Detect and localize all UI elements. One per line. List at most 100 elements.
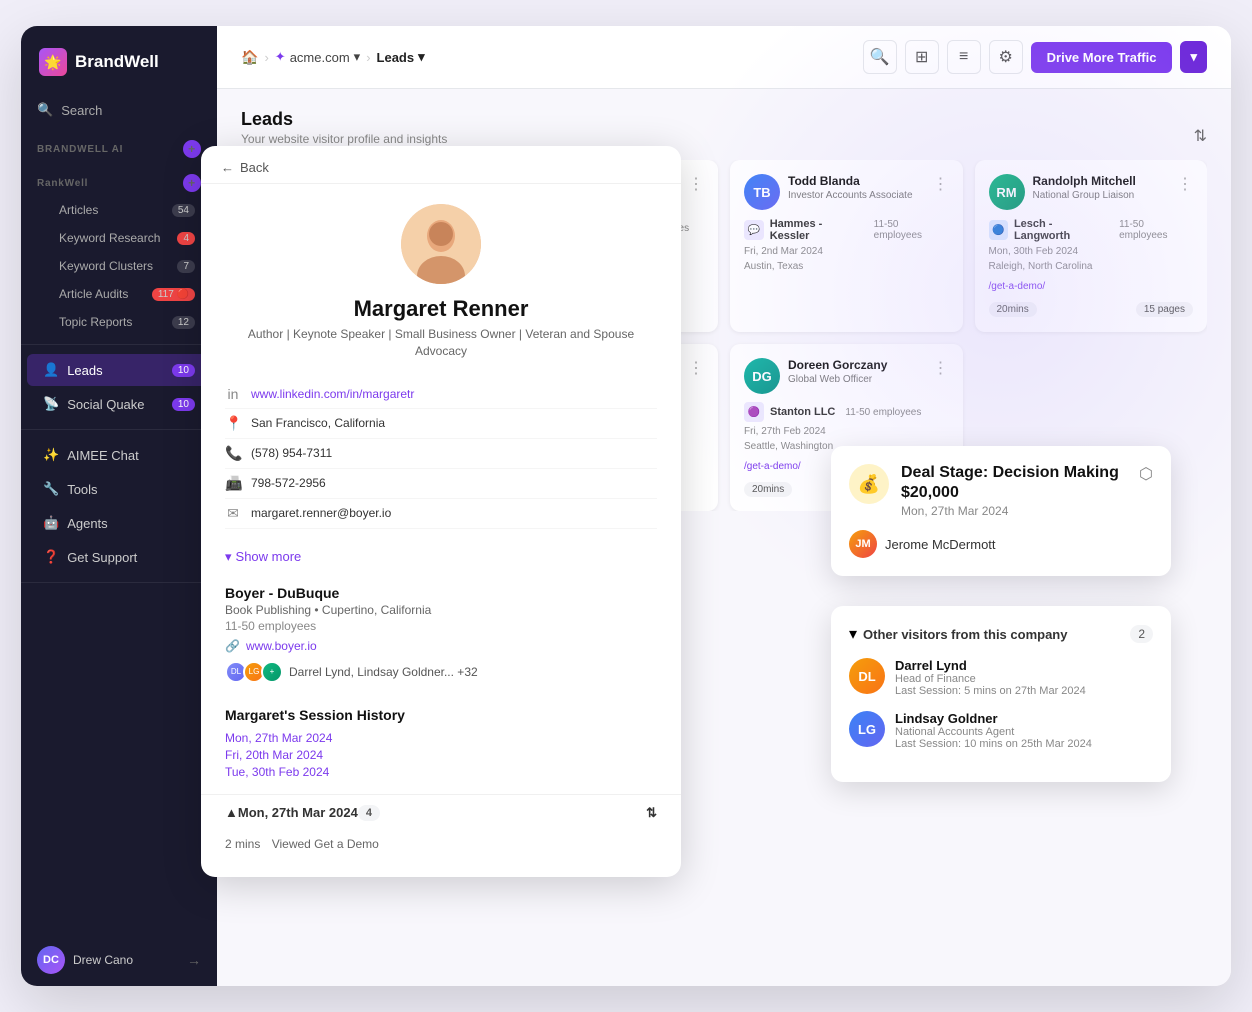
card-link[interactable]: /get-a-demo/ [989,281,1046,292]
card-menu-button[interactable]: ⋮ [688,358,704,378]
settings-button[interactable]: ⚙ [989,40,1023,74]
drive-traffic-dropdown[interactable]: ▾ [1180,41,1207,73]
visitor-row-2: LG Lindsay Goldner National Accounts Age… [849,711,1153,750]
site-icon: ✦ [275,49,286,65]
visitors-card[interactable]: ▾ Other visitors from this company 2 DL … [831,606,1171,782]
lead-card-randolph[interactable]: RM Randolph Mitchell National Group Liai… [975,160,1208,332]
card-location: Raleigh, North Carolina [989,261,1194,272]
avatar: DC [37,946,65,974]
company-icon: 🟣 [744,402,764,422]
session-date-3[interactable]: Tue, 30th Feb 2024 [225,765,657,779]
sidebar-item-keyword-clusters[interactable]: Keyword Clusters 7 [27,253,211,279]
lead-card-todd[interactable]: TB Todd Blanda Investor Accounts Associa… [730,160,963,332]
sidebar-item-aimee-chat[interactable]: ✨ AIMEE Chat [27,439,211,471]
company-section-size: 11-50 employees [225,619,657,633]
avatar-doreen: DG [744,358,780,394]
detail-card[interactable]: ← Back Margaret Renner Author | Keynote … [201,146,681,877]
aimee-icon: ✨ [43,447,59,463]
sidebar-item-tools[interactable]: 🔧 Tools [27,473,211,505]
info-linkedin: in www.linkedin.com/in/margaretr [225,380,657,409]
sidebar-item-social-quake[interactable]: 📡 Social Quake 10 [27,388,211,420]
card-role: Global Web Officer [788,373,925,386]
back-button[interactable]: ← Back [201,146,681,184]
user-profile[interactable]: DC Drew Cano → [21,934,217,986]
visitors-count: 2 [1130,625,1153,643]
sidebar-item-keyword-research[interactable]: Keyword Research 4 [27,225,211,251]
sidebar-item-articles[interactable]: Articles 54 [27,197,211,223]
info-email: ✉ margaret.renner@boyer.io [225,499,657,529]
header-actions: 🔍 ⊞ ≡ ⚙ Drive More Traffic ▾ [863,40,1207,74]
sidebar-item-leads[interactable]: 👤 Leads 10 [27,354,211,386]
main-header: 🏠 › ✦ acme.com ▾ › Leads ▾ 🔍 ⊞ ≡ ⚙ Drive… [217,26,1231,89]
card-name: Randolph Mitchell [1033,174,1170,188]
linkedin-link[interactable]: www.linkedin.com/in/margaretr [251,387,414,401]
link-icon: 🔗 [225,639,240,653]
chevron-up-icon: ▲ [225,805,238,820]
card-menu-button[interactable]: ⋮ [1177,174,1193,194]
card-date: Mon, 30th Feb 2024 [989,246,1194,257]
card-location: Austin, Texas [744,261,949,272]
visitor-avatar-darrel: DL [849,658,885,694]
drive-traffic-button[interactable]: Drive More Traffic [1031,42,1173,73]
profile-title: Author | Keynote Speaker | Small Busines… [221,326,661,360]
deal-person-avatar: JM [849,530,877,558]
tools-icon: 🔧 [43,481,59,497]
breadcrumb-site[interactable]: ✦ acme.com ▾ [275,49,360,65]
sidebar-item-get-support[interactable]: ❓ Get Support [27,541,211,573]
company-size: 11-50 employees [874,219,949,241]
sort-button[interactable]: ⇅ [1194,126,1207,146]
profile-avatar [401,204,481,284]
session-date-2[interactable]: Fri, 20th Mar 2024 [225,748,657,762]
session-date-1[interactable]: Mon, 27th Mar 2024 [225,731,657,745]
info-location: 📍 San Francisco, California [225,409,657,439]
visitor-role: National Accounts Agent [895,726,1092,738]
session-count: 4 [358,805,380,821]
logo-text: BrandWell [75,52,159,72]
visitor-session: Last Session: 5 mins on 27th Mar 2024 [895,685,1086,697]
card-role: Investor Accounts Associate [788,189,925,202]
linkedin-icon: in [225,386,241,402]
card-menu-button[interactable]: ⋮ [933,174,949,194]
show-more-button[interactable]: ▾ Show more [201,541,325,573]
external-link-icon[interactable]: ⬡ [1139,464,1153,484]
list-view-button[interactable]: ≡ [947,40,981,74]
card-menu-button[interactable]: ⋮ [688,174,704,194]
add-brandwell-button[interactable]: + [183,140,201,158]
session-header-row: ▲ Mon, 27th Mar 2024 4 ⇅ [201,794,681,831]
avatar-randolph: RM [989,174,1025,210]
agents-icon: 🤖 [43,515,59,531]
company-icon: 💬 [744,220,764,240]
sidebar-item-article-audits[interactable]: Article Audits 117 🔴 [27,281,211,307]
coworkers-row: DL LG + Darrel Lynd, Lindsay Goldner... … [225,661,657,683]
sort-session-icon[interactable]: ⇅ [646,805,657,821]
leads-icon: 👤 [43,362,59,378]
visitors-title: Other visitors from this company [863,627,1067,642]
deal-stage: Deal Stage: Decision Making [901,464,1127,482]
sidebar-item-agents[interactable]: 🤖 Agents [27,507,211,539]
company-size: 11-50 employees [845,407,921,418]
company-website[interactable]: 🔗 www.boyer.io [225,639,657,653]
visitor-name: Lindsay Goldner [895,711,1092,726]
brandwell-section: BRANDWELL AI + [21,132,217,162]
visitor-avatar-lindsay: LG [849,711,885,747]
brand-logo[interactable]: 🌟 BrandWell [21,26,217,94]
time-badge: 20mins [989,302,1037,317]
search-button[interactable]: 🔍 [863,40,897,74]
sidebar: 🌟 BrandWell 🔍 Search BRANDWELL AI + Rank… [21,26,217,986]
breadcrumb-leads[interactable]: Leads ▾ [377,49,425,65]
logout-icon[interactable]: → [187,952,201,968]
search-item[interactable]: 🔍 Search [21,94,217,132]
grid-view-button[interactable]: ⊞ [905,40,939,74]
card-menu-button[interactable]: ⋮ [933,358,949,378]
deal-card[interactable]: 💰 Deal Stage: Decision Making $20,000 Mo… [831,446,1171,576]
visitor-name: Darrel Lynd [895,658,1086,673]
add-rankwell-button[interactable]: + [183,174,201,192]
sidebar-item-topic-reports[interactable]: Topic Reports 12 [27,309,211,335]
company-section: Boyer - DuBuque Book Publishing • Cupert… [201,573,681,695]
session-section: Margaret's Session History Mon, 27th Mar… [201,695,681,794]
card-link[interactable]: /get-a-demo/ [744,461,801,472]
card-date: Fri, 2nd Mar 2024 [744,246,949,257]
card-date: Fri, 27th Feb 2024 [744,426,949,437]
company-name: Stanton LLC [770,406,835,418]
home-icon[interactable]: 🏠 [241,49,258,66]
